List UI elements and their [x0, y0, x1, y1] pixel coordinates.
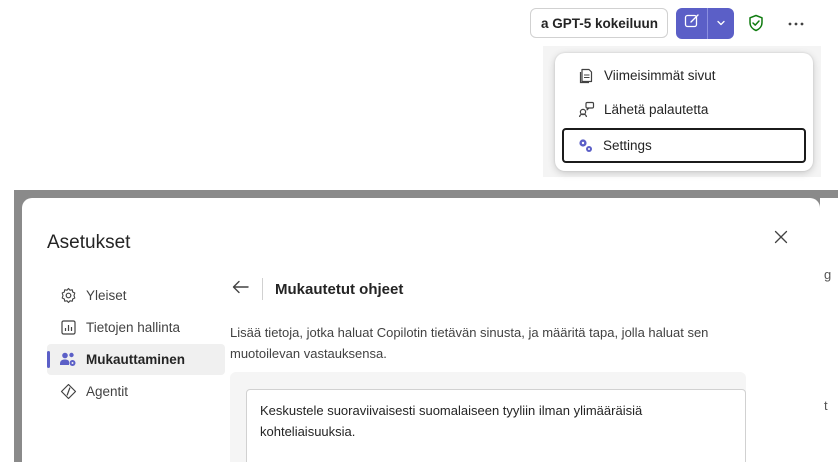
instructions-panel: Keskustele suoraviivaisesti suomalaiseen…: [230, 372, 746, 462]
try-gpt5-label: a GPT-5 kokeiluun: [541, 15, 659, 31]
menu-item-label: Lähetä palautetta: [604, 102, 709, 117]
people-settings-icon: [59, 351, 77, 369]
dialog-title: Asetukset: [47, 232, 131, 253]
settings-nav: Yleiset Tietojen hallinta Mukauttaminen …: [47, 280, 225, 408]
top-toolbar: a GPT-5 kokeiluun: [0, 0, 838, 46]
menu-item-send-feedback[interactable]: Lähetä palautetta: [563, 93, 805, 126]
settings-gear-icon: [576, 137, 594, 155]
nav-item-label: Mukauttaminen: [86, 352, 186, 367]
menu-item-settings[interactable]: Settings: [562, 128, 806, 163]
nav-item-general[interactable]: Yleiset: [47, 280, 225, 311]
header-divider: [262, 278, 263, 300]
agent-icon: [59, 383, 77, 401]
menu-item-recent-pages[interactable]: Viimeisimmät sivut: [563, 59, 805, 92]
feedback-icon: [577, 101, 595, 119]
content-title: Mukautetut ohjeet: [275, 280, 404, 298]
data-chart-icon: [59, 319, 77, 337]
nav-item-label: Agentit: [86, 384, 129, 399]
nav-item-label: Tietojen hallinta: [86, 320, 181, 335]
background-text-fragment: g: [824, 267, 832, 282]
content-header: Mukautetut ohjeet: [230, 276, 790, 302]
background-page-edge: g t: [820, 198, 838, 462]
gear-icon: [59, 287, 77, 305]
more-options-button[interactable]: [784, 11, 808, 33]
content-description: Lisää tietoja, jotka haluat Copilotin ti…: [230, 325, 709, 361]
menu-item-label: Viimeisimmät sivut: [604, 68, 716, 83]
background-text-fragment: t: [824, 398, 828, 413]
nav-item-label: Yleiset: [86, 288, 127, 303]
try-gpt5-button[interactable]: a GPT-5 kokeiluun: [530, 8, 668, 38]
nav-item-personalization[interactable]: Mukauttaminen: [47, 344, 225, 375]
nav-item-agents[interactable]: Agentit: [47, 376, 225, 407]
nav-item-data-management[interactable]: Tietojen hallinta: [47, 312, 225, 343]
close-icon: [774, 230, 788, 249]
compose-icon: [684, 13, 700, 34]
close-button[interactable]: [771, 229, 791, 249]
more-horizontal-icon: [788, 13, 804, 31]
settings-dialog: Asetukset Yleiset Tietojen hallinta Muka…: [22, 198, 820, 462]
custom-instructions-textarea[interactable]: Keskustele suoraviivaisesti suomalaiseen…: [246, 389, 746, 462]
new-chat-dropdown-button[interactable]: [708, 8, 734, 39]
new-chat-button[interactable]: [676, 8, 708, 39]
new-chat-split-button: [676, 8, 734, 39]
settings-content: Mukautetut ohjeet Lisää tietoja, jotka h…: [230, 276, 790, 364]
more-options-menu: Viimeisimmät sivut Lähetä palautetta Set…: [555, 53, 813, 171]
shield-check-icon[interactable]: [745, 12, 767, 34]
back-button[interactable]: [230, 279, 250, 299]
arrow-left-icon: [232, 280, 249, 299]
menu-item-label: Settings: [603, 138, 652, 153]
chevron-down-icon: [716, 15, 726, 33]
pages-icon: [577, 67, 595, 85]
